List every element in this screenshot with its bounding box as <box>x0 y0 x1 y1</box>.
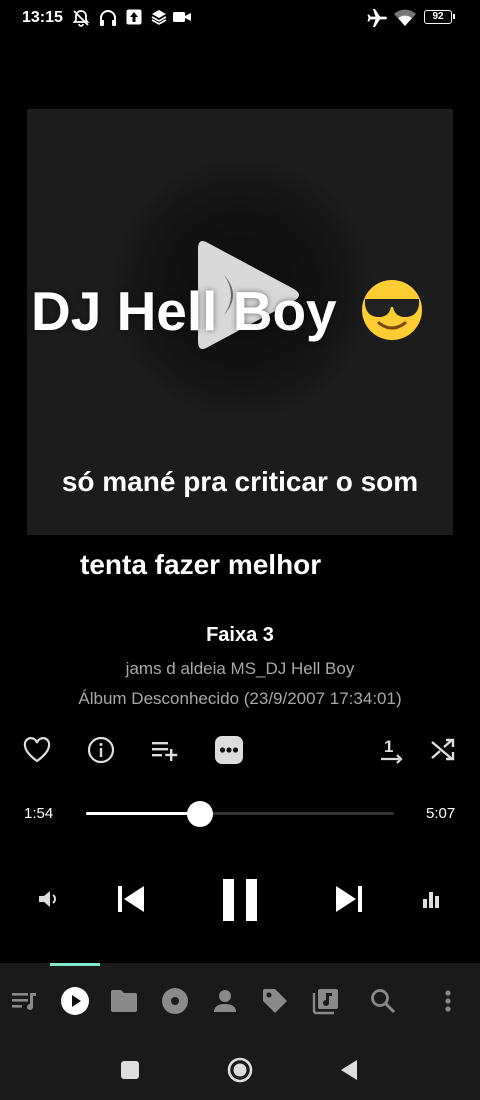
favorite-icon[interactable] <box>19 732 55 768</box>
current-time: 1:54 <box>24 805 54 822</box>
artist-icon[interactable] <box>207 983 243 1019</box>
headphones-icon <box>98 8 118 33</box>
recents-button[interactable] <box>115 1055 145 1085</box>
playback-controls <box>0 870 480 928</box>
active-tab-indicator <box>50 963 100 966</box>
pause-icon[interactable] <box>214 874 266 926</box>
back-button[interactable] <box>334 1055 364 1085</box>
upload-icon <box>125 8 143 31</box>
search-icon[interactable] <box>365 983 401 1019</box>
bottom-navigation <box>0 963 480 1037</box>
artwork-caption: só mané pra criticar o som <box>61 466 419 497</box>
video-camera-icon <box>172 8 192 31</box>
album-icon[interactable] <box>157 983 193 1019</box>
repeat-one-icon[interactable]: 1 <box>373 732 409 768</box>
equalizer-icon[interactable] <box>416 884 446 914</box>
system-navigation <box>0 1037 480 1100</box>
status-bar: 13:15 92 <box>0 0 480 36</box>
shuffle-icon[interactable] <box>425 732 461 768</box>
track-artist[interactable]: jams d aldeia MS_DJ Hell Boy <box>0 659 480 679</box>
previous-icon[interactable] <box>112 880 150 918</box>
svg-text:1: 1 <box>384 737 393 756</box>
seek-bar[interactable] <box>86 801 394 827</box>
add-to-playlist-icon[interactable] <box>147 732 183 768</box>
info-icon[interactable] <box>83 732 119 768</box>
tag-icon[interactable] <box>257 983 293 1019</box>
next-icon[interactable] <box>330 880 368 918</box>
menu-icon[interactable] <box>430 983 466 1019</box>
artwork-caption-secondary: tenta fazer melhor <box>80 549 322 580</box>
folder-icon[interactable] <box>106 983 142 1019</box>
track-actions: 1 <box>0 732 480 768</box>
mute-vibrate-icon <box>71 8 91 33</box>
layers-icon <box>151 8 167 31</box>
airplane-icon <box>366 8 388 33</box>
more-options-icon[interactable] <box>211 732 247 768</box>
now-playing-icon[interactable] <box>57 983 93 1019</box>
track-album[interactable]: Álbum Desconhecido (23/9/2007 17:34:01) <box>0 689 480 709</box>
volume-icon[interactable] <box>34 884 64 914</box>
playlist-icon[interactable] <box>308 983 344 1019</box>
queue-icon[interactable] <box>6 983 42 1019</box>
battery-icon: 92 <box>424 10 455 24</box>
seek-bar-progress <box>86 812 201 815</box>
status-time: 13:15 <box>22 9 63 26</box>
artwork-title: DJ Hell Boy <box>31 280 337 342</box>
wifi-icon <box>393 8 417 33</box>
seek-thumb[interactable] <box>187 801 214 827</box>
total-time: 5:07 <box>426 805 456 822</box>
track-title: Faixa 3 <box>206 624 274 646</box>
album-artwork[interactable]: DJ Hell Boy só mané pra criticar o som t… <box>27 109 453 580</box>
home-button[interactable] <box>225 1055 255 1085</box>
sunglasses-emoji-icon <box>357 275 427 346</box>
